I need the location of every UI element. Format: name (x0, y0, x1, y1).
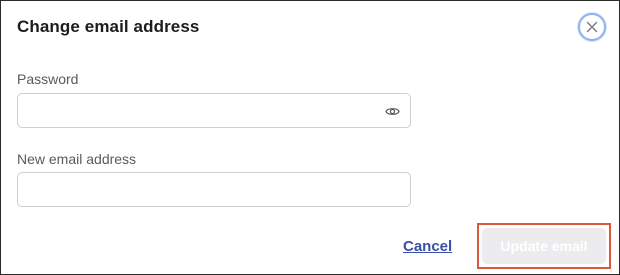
change-email-dialog: Change email address Password New email … (0, 0, 620, 275)
new-email-field (17, 172, 411, 207)
cancel-button[interactable]: Cancel (403, 238, 452, 255)
password-label: Password (17, 71, 79, 87)
update-email-button[interactable]: Update email (482, 228, 606, 264)
dialog-title: Change email address (17, 17, 200, 36)
eye-icon[interactable] (385, 104, 400, 119)
password-field (17, 93, 411, 128)
new-email-label: New email address (17, 151, 137, 167)
password-input[interactable] (18, 94, 410, 127)
close-icon (586, 21, 598, 33)
close-button[interactable] (578, 13, 606, 41)
new-email-input[interactable] (18, 173, 410, 206)
